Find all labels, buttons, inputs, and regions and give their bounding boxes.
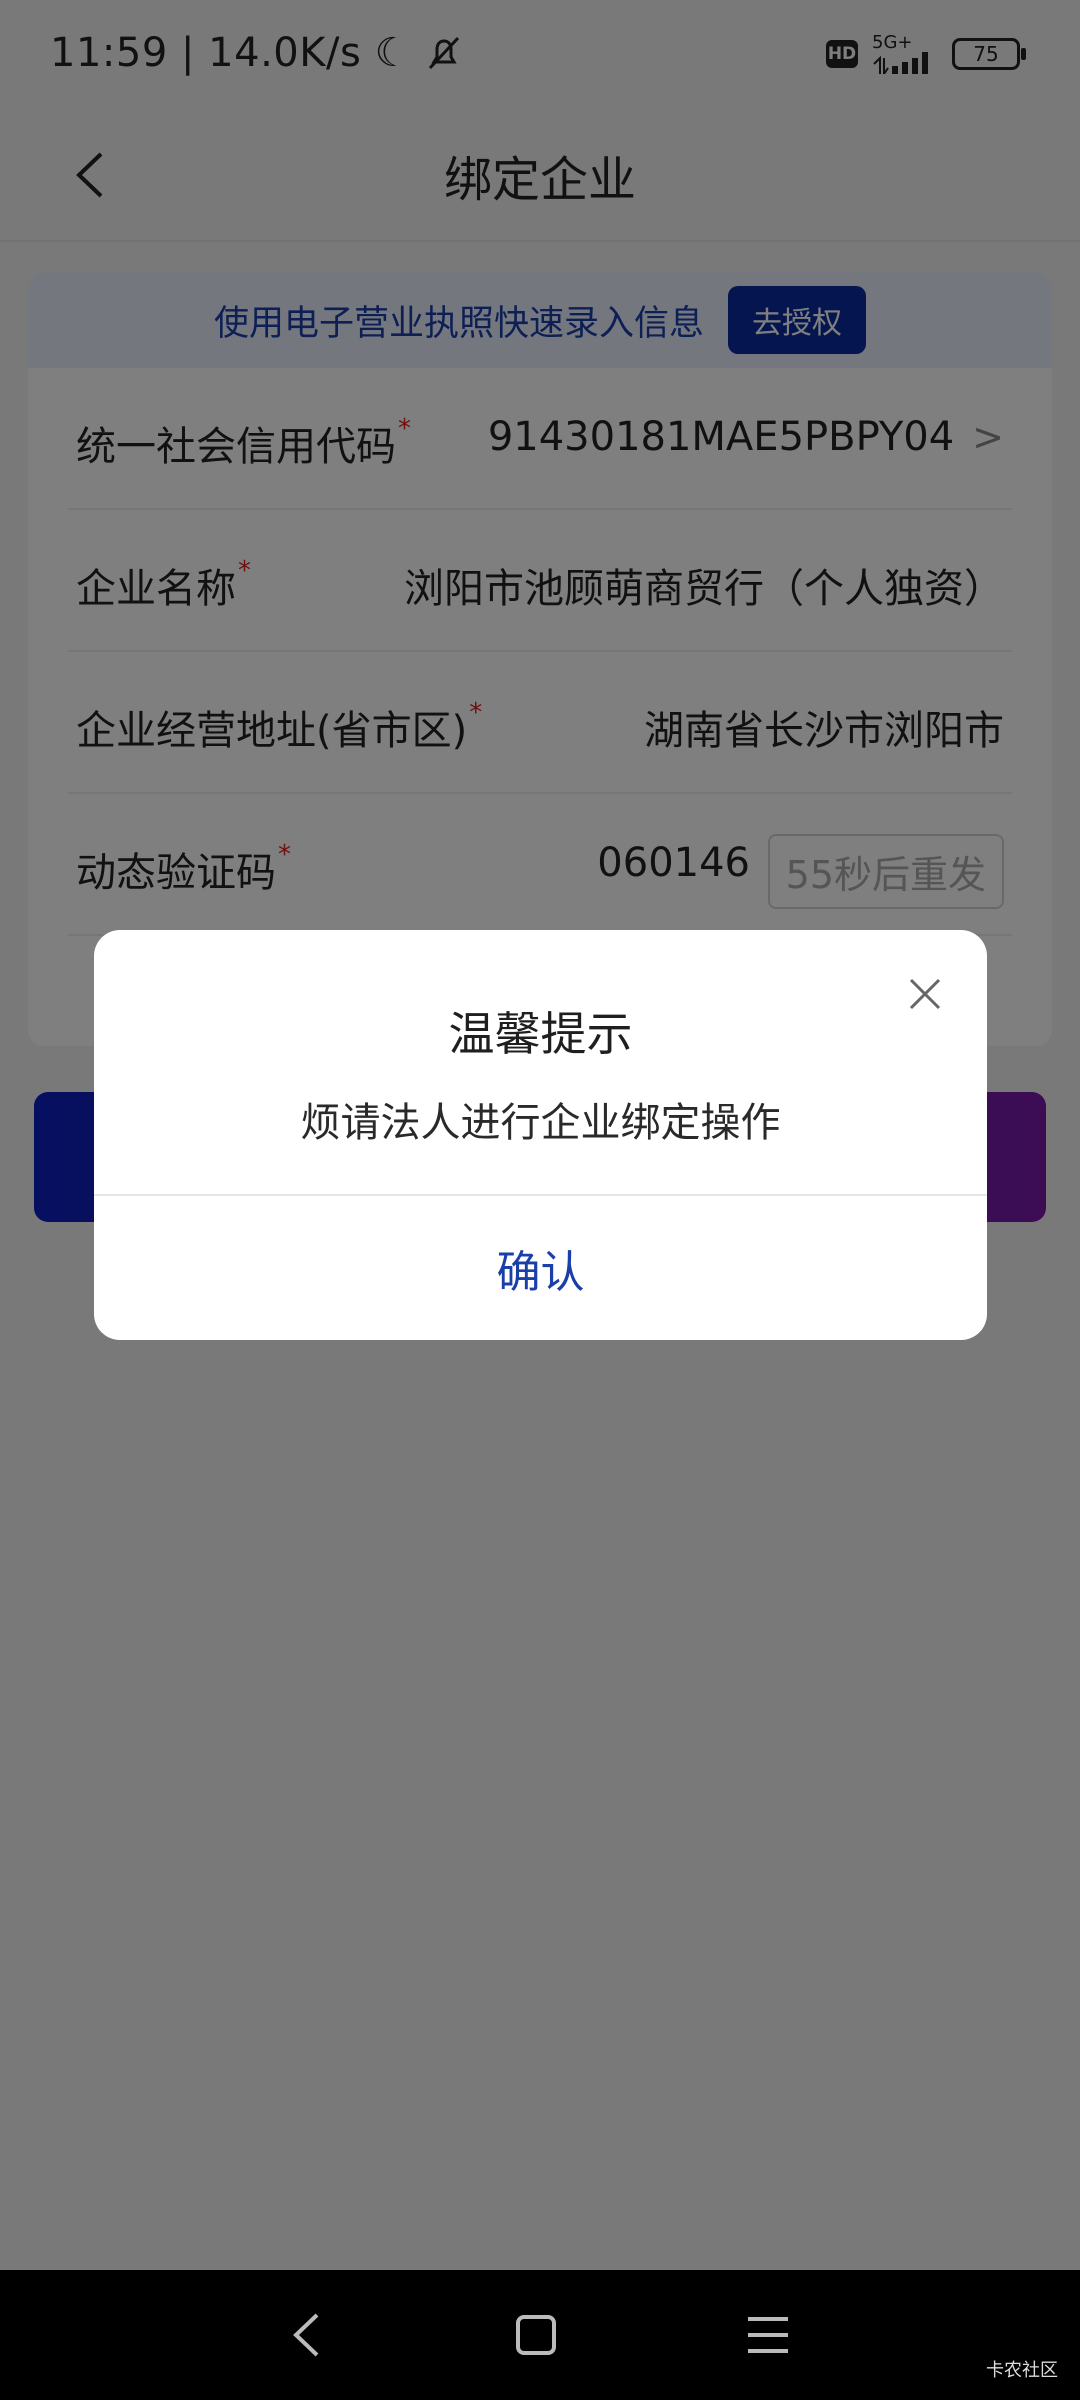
- dialog-title: 温馨提示: [448, 1007, 633, 1061]
- dialog-message: 烦请法人进行企业绑定操作: [300, 1100, 781, 1146]
- chevron-left-icon: [293, 2313, 319, 2357]
- system-menu-button[interactable]: [738, 2310, 798, 2360]
- system-home-button[interactable]: [506, 2310, 566, 2360]
- tip-dialog: 温馨提示 烦请法人进行企业绑定操作 确认: [94, 930, 987, 1340]
- watermark: 卡农社区: [986, 2360, 1058, 2381]
- square-icon: [516, 2315, 556, 2355]
- menu-icon: [748, 2317, 788, 2353]
- system-nav-bar: [0, 2270, 1080, 2400]
- system-back-button[interactable]: [276, 2310, 336, 2360]
- confirm-button[interactable]: 确认: [94, 1196, 987, 1340]
